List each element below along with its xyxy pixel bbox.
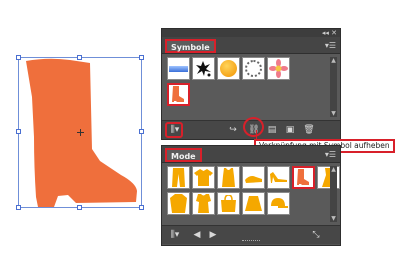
tooltip-connector [256, 130, 257, 139]
symbol-thumb-boot[interactable] [167, 83, 190, 106]
mode-thumb-tank-top[interactable] [217, 166, 240, 189]
resize-handle[interactable] [139, 129, 144, 134]
resize-handle[interactable] [16, 129, 21, 134]
shirt-icon [194, 169, 213, 186]
panel-resize-grip[interactable] [242, 240, 260, 243]
coat-icon [170, 194, 187, 213]
heels-icon [270, 172, 287, 183]
resize-handle[interactable] [139, 205, 144, 210]
symbol-thumb-dotted-ring[interactable] [242, 57, 265, 80]
resize-handle[interactable] [16, 205, 21, 210]
mode-thumb-cap[interactable] [267, 192, 290, 215]
ink-splash-icon [196, 61, 211, 77]
mode-thumb-shirt[interactable] [192, 166, 215, 189]
mode-thumb-coat[interactable] [167, 192, 190, 215]
libraries-menu-highlight [165, 122, 183, 138]
scroll-up-icon[interactable]: ▲ [330, 57, 337, 64]
symbols-scrollbar[interactable]: ▲ ▼ [330, 57, 337, 117]
mode-scrollbar[interactable]: ▲ ▼ [330, 166, 337, 222]
mode-library-panel: Mode ▾☰ ▲ ▼ ⫼▾ ◀ ▶ ⤡ [161, 145, 341, 246]
delete-symbol-icon[interactable]: 🗑 [303, 124, 315, 136]
previous-library-icon[interactable]: ◀ [192, 229, 202, 241]
illustrator-workspace: ◂◂ ✕ Symbole ▾☰ ▲ ▼ ⫼▾ ↪ ⛓ ▤ ▣ 🗑 aufhebe… [0, 0, 400, 271]
tab-mode[interactable]: Mode [165, 148, 202, 162]
mode-thumb-heels[interactable] [267, 166, 290, 189]
collapse-icon[interactable]: ◂◂ ✕ [322, 29, 337, 37]
dotted-ring-icon [245, 60, 262, 77]
skirt-icon [245, 196, 262, 211]
cap-icon [271, 198, 288, 208]
resize-handle[interactable] [16, 55, 21, 60]
symbol-thumb-orange-orb[interactable] [217, 57, 240, 80]
place-symbol-instance-icon[interactable]: ↪ [228, 124, 238, 136]
top-icon [196, 194, 211, 213]
symbol-thumb-ink-splash[interactable] [192, 57, 215, 80]
new-symbol-icon[interactable]: ▣ [284, 124, 296, 136]
mode-thumb-boot[interactable] [292, 166, 315, 189]
mode-thumb-pants[interactable] [167, 166, 190, 189]
mode-symbol-library: ▲ ▼ [162, 163, 340, 225]
mode-thumb-top[interactable] [192, 192, 215, 215]
symbols-library: ▲ ▼ [162, 54, 340, 120]
flower-icon [269, 59, 288, 78]
boot-icon [297, 169, 309, 185]
symbol-libraries-menu-icon[interactable]: ⫼▾ [168, 229, 182, 241]
scroll-down-icon[interactable]: ▼ [330, 215, 337, 222]
mode-thumb-skirt[interactable] [242, 192, 265, 215]
break-link-highlight [243, 117, 264, 137]
mode-panel-footer: ⫼▾ ◀ ▶ ⤡ [162, 225, 340, 244]
symbols-tab-row: Symbole ▾☰ [162, 37, 340, 54]
panel-menu-icon[interactable]: ▾☰ [325, 150, 336, 159]
scroll-down-icon[interactable]: ▼ [330, 110, 337, 117]
add-to-symbols-icon[interactable]: ⤡ [310, 229, 322, 241]
boot-icon [172, 86, 184, 102]
resize-handle[interactable] [77, 55, 82, 60]
panel-collapse-bar[interactable]: ◂◂ ✕ [162, 29, 340, 37]
panel-menu-icon[interactable]: ▾☰ [325, 41, 336, 50]
symbol-thumb-flower[interactable] [267, 57, 290, 80]
next-library-icon[interactable]: ▶ [208, 229, 218, 241]
blue-gradient-icon [169, 65, 188, 72]
mode-tab-row: Mode ▾☰ [162, 146, 340, 163]
symbol-options-icon[interactable]: ▤ [266, 124, 278, 136]
resize-handle[interactable] [77, 205, 82, 210]
resize-handle[interactable] [139, 55, 144, 60]
orange-orb-icon [220, 60, 237, 77]
sandals-icon [245, 176, 262, 183]
mode-thumb-tote-bag[interactable] [217, 192, 240, 215]
scroll-up-icon[interactable]: ▲ [330, 166, 337, 173]
symbols-panel: ◂◂ ✕ Symbole ▾☰ ▲ ▼ ⫼▾ ↪ ⛓ ▤ ▣ 🗑 [161, 28, 341, 140]
symbols-panel-footer: ⫼▾ ↪ ⛓ ▤ ▣ 🗑 [162, 117, 340, 139]
symbol-thumb-blue-gradient[interactable] [167, 57, 190, 80]
tank-top-icon [222, 168, 235, 187]
mode-thumb-sandals[interactable] [242, 166, 265, 189]
center-point [77, 129, 84, 136]
pants-icon [172, 168, 185, 187]
tab-symbols[interactable]: Symbole [165, 39, 216, 53]
tote-bag-icon [221, 195, 236, 212]
